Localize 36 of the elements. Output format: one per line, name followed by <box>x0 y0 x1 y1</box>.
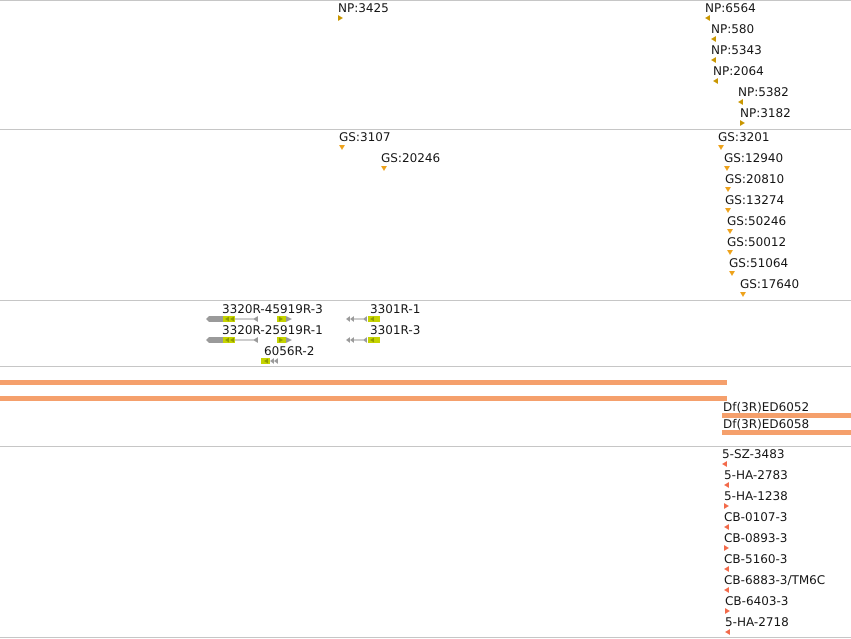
feature-label: 5-SZ-3483 <box>722 448 784 461</box>
feature-label: Df(3R)ED6058 <box>723 418 810 430</box>
feature-label: GS:20810 <box>725 173 784 186</box>
feature-label: GS:3107 <box>339 131 390 144</box>
feature-label: 5-HA-2783 <box>724 469 788 482</box>
gene-model-drawing <box>261 357 278 365</box>
feature-label: GS:50246 <box>727 215 786 228</box>
feature-label: CB-6883-3/TM6C <box>724 574 826 587</box>
feature-label: NP:5343 <box>711 44 762 57</box>
feature-label: GS:3201 <box>718 131 770 144</box>
feature-label: 3320R-25919R-1 <box>222 324 323 337</box>
feature-label: 5-HA-1238 <box>724 490 788 503</box>
gene-model-drawing <box>346 315 380 323</box>
feature-label: 6056R-2 <box>264 345 314 358</box>
feature-label: Df(3R)ED6052 <box>723 401 810 413</box>
feature-label: NP:2064 <box>713 65 764 78</box>
feature-label: NP:5382 <box>738 86 789 99</box>
feature-label: 3301R-1 <box>370 303 420 316</box>
feature-label: GS:20246 <box>381 152 440 165</box>
feature-label: NP:6564 <box>705 2 756 15</box>
feature-label: 3320R-45919R-3 <box>222 303 323 316</box>
feature-label: NP:3182 <box>740 107 791 120</box>
feature-label: 5-HA-2718 <box>725 616 789 629</box>
feature-label: GS:13274 <box>725 194 784 207</box>
feature-label: NP:580 <box>711 23 754 36</box>
feature-label: CB-5160-3 <box>724 553 788 566</box>
feature-label: GS:50012 <box>727 236 786 249</box>
gene-model-drawing <box>346 336 380 344</box>
feature-label: CB-0107-3 <box>724 511 788 524</box>
feature-label: 3301R-3 <box>370 324 420 337</box>
feature-label: GS:17640 <box>740 278 800 291</box>
feature-label: CB-0893-3 <box>724 532 788 545</box>
feature-label: CB-6403-3 <box>725 595 788 608</box>
feature-label: GS:12940 <box>724 152 784 165</box>
feature-label: NP:3425 <box>338 2 389 15</box>
feature-label: GS:51064 <box>729 257 788 270</box>
